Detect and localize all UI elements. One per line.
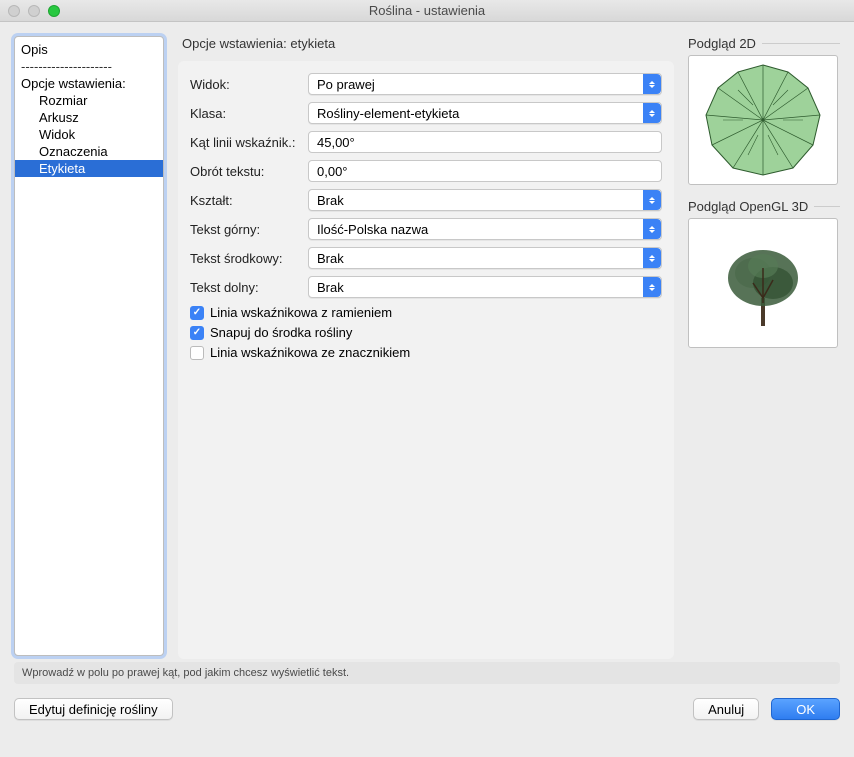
sidebar-item-opis[interactable]: Opis	[15, 41, 163, 58]
select-tekst-dolny-value: Brak	[317, 280, 344, 295]
input-obrot-value: 0,00°	[317, 164, 348, 179]
tree-3d-icon	[708, 228, 818, 338]
checkbox-linia-znacznik-label: Linia wskaźnikowa ze znacznikiem	[210, 345, 410, 360]
sidebar-item-arkusz[interactable]: Arkusz	[15, 109, 163, 126]
preview-2d	[688, 55, 838, 185]
sidebar-item-widok[interactable]: Widok	[15, 126, 163, 143]
label-ksztalt: Kształt:	[190, 193, 308, 208]
plant-2d-icon	[698, 60, 828, 180]
select-widok[interactable]: Po prawej	[308, 73, 662, 95]
sidebar-item-rozmiar[interactable]: Rozmiar	[15, 92, 163, 109]
sidebar-item-oznaczenia[interactable]: Oznaczenia	[15, 143, 163, 160]
chevron-updown-icon	[643, 277, 661, 297]
label-widok: Widok:	[190, 77, 308, 92]
checkbox-row-linia-znacznik[interactable]: Linia wskaźnikowa ze znacznikiem	[190, 345, 662, 360]
chevron-updown-icon	[643, 190, 661, 210]
checkbox-snapuj[interactable]	[190, 326, 204, 340]
sidebar-separator: ---------------------	[15, 58, 163, 75]
label-tekst-srodkowy: Tekst środkowy:	[190, 251, 308, 266]
preview-3d-label: Podgląd OpenGL 3D	[688, 199, 808, 214]
checkbox-linia-ramie-label: Linia wskaźnikowa z ramieniem	[210, 305, 392, 320]
checkbox-linia-ramie[interactable]	[190, 306, 204, 320]
chevron-updown-icon	[643, 219, 661, 239]
checkbox-row-snapuj[interactable]: Snapuj do środka rośliny	[190, 325, 662, 340]
select-tekst-srodkowy[interactable]: Brak	[308, 247, 662, 269]
select-tekst-srodkowy-value: Brak	[317, 251, 344, 266]
label-tekst-gorny: Tekst górny:	[190, 222, 308, 237]
chevron-updown-icon	[643, 74, 661, 94]
preview-2d-label: Podgląd 2D	[688, 36, 756, 51]
label-kat: Kąt linii wskaźnik.:	[190, 135, 308, 150]
edit-definition-button[interactable]: Edytuj definicję rośliny	[14, 698, 173, 720]
sidebar-item-opcje[interactable]: Opcje wstawienia:	[15, 75, 163, 92]
settings-sidebar[interactable]: Opis --------------------- Opcje wstawie…	[14, 36, 164, 656]
select-tekst-gorny[interactable]: Ilość-Polska nazwa	[308, 218, 662, 240]
form-panel: Widok: Po prawej Klasa: Rośliny-element-…	[178, 61, 674, 659]
checkbox-snapuj-label: Snapuj do środka rośliny	[210, 325, 352, 340]
label-obrot: Obrót tekstu:	[190, 164, 308, 179]
select-klasa[interactable]: Rośliny-element-etykieta	[308, 102, 662, 124]
cancel-button[interactable]: Anuluj	[693, 698, 759, 720]
section-title: Opcje wstawienia: etykieta	[178, 36, 674, 51]
hint-bar: Wprowadź w polu po prawej kąt, pod jakim…	[14, 662, 840, 684]
chevron-updown-icon	[643, 248, 661, 268]
ok-button[interactable]: OK	[771, 698, 840, 720]
chevron-updown-icon	[643, 103, 661, 123]
checkbox-linia-znacznik[interactable]	[190, 346, 204, 360]
input-kat[interactable]: 45,00°	[308, 131, 662, 153]
preview-3d	[688, 218, 838, 348]
input-obrot[interactable]: 0,00°	[308, 160, 662, 182]
select-tekst-dolny[interactable]: Brak	[308, 276, 662, 298]
select-tekst-gorny-value: Ilość-Polska nazwa	[317, 222, 428, 237]
window-title: Roślina - ustawienia	[0, 3, 854, 18]
sidebar-item-etykieta[interactable]: Etykieta	[15, 160, 163, 177]
checkbox-row-linia-ramie[interactable]: Linia wskaźnikowa z ramieniem	[190, 305, 662, 320]
label-klasa: Klasa:	[190, 106, 308, 121]
select-ksztalt-value: Brak	[317, 193, 344, 208]
select-ksztalt[interactable]: Brak	[308, 189, 662, 211]
label-tekst-dolny: Tekst dolny:	[190, 280, 308, 295]
input-kat-value: 45,00°	[317, 135, 355, 150]
titlebar: Roślina - ustawienia	[0, 0, 854, 22]
select-widok-value: Po prawej	[317, 77, 375, 92]
select-klasa-value: Rośliny-element-etykieta	[317, 106, 459, 121]
